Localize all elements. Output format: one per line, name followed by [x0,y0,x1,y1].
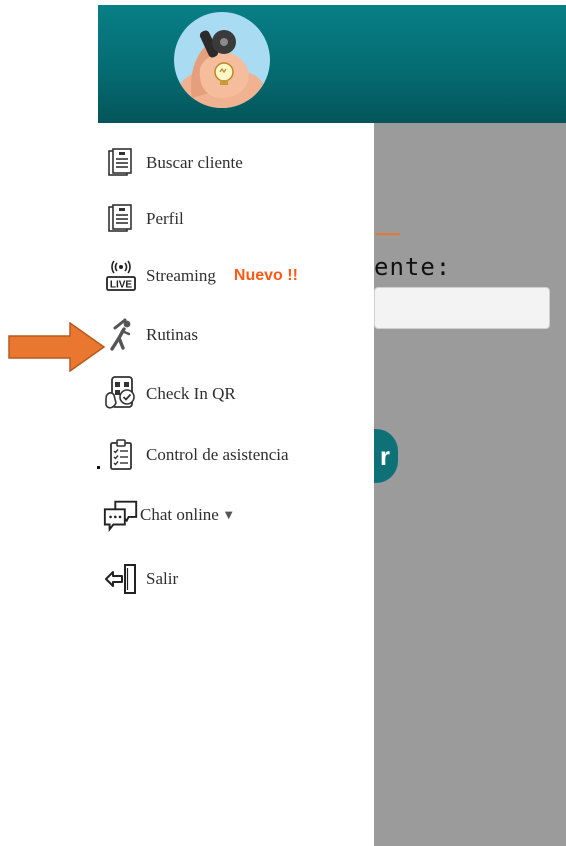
client-search-input[interactable] [374,287,550,329]
app-viewport: ente: r Buscar cliente Perfil LIVE Strea… [98,5,566,846]
menu-item-chat-online[interactable]: Chat online ▼ [102,495,233,535]
menu-item-salir[interactable]: Salir [102,559,178,599]
live-broadcast-icon: LIVE [102,257,140,295]
new-badge: Nuevo !! [233,267,298,284]
menu-item-label: Buscar cliente [146,153,243,172]
menu-item-label: Rutinas [146,325,198,344]
chevron-down-icon: ▼ [224,509,233,521]
menu-item-streaming[interactable]: LIVE Streaming Nuevo !! [102,256,298,296]
document-icon [102,200,140,238]
menu-item-label: Salir [146,569,179,588]
menu-item-label: Check In QR [146,384,236,403]
menu-item-check-in-qr[interactable]: Check In QR [102,374,236,414]
form-title-fragment: ente: [374,253,452,281]
qr-checkin-icon [102,375,140,413]
menu-item-label: Chat online [140,505,219,524]
clipboard-checklist-icon [102,436,140,474]
logout-door-icon [102,560,140,598]
stray-dot [97,466,100,469]
highlight-arrow-icon [8,322,106,372]
exercise-person-icon [102,316,140,354]
app-logo [174,12,270,108]
app-header [98,5,566,123]
svg-text:LIVE: LIVE [110,280,133,291]
document-icon [102,144,140,182]
menu-item-label: Control de asistencia [146,445,289,464]
menu-item-rutinas[interactable]: Rutinas [102,315,198,355]
chat-icon [102,496,140,534]
side-menu: Buscar cliente Perfil LIVE Streaming Nue… [98,123,374,846]
form-accent-line [376,233,400,235]
menu-item-label: Perfil [146,209,184,228]
menu-item-control-de-asistencia[interactable]: Control de asistencia [102,435,289,475]
menu-item-label: Streaming [146,266,216,285]
menu-item-buscar-cliente[interactable]: Buscar cliente [102,143,243,183]
menu-item-perfil[interactable]: Perfil [102,199,184,239]
